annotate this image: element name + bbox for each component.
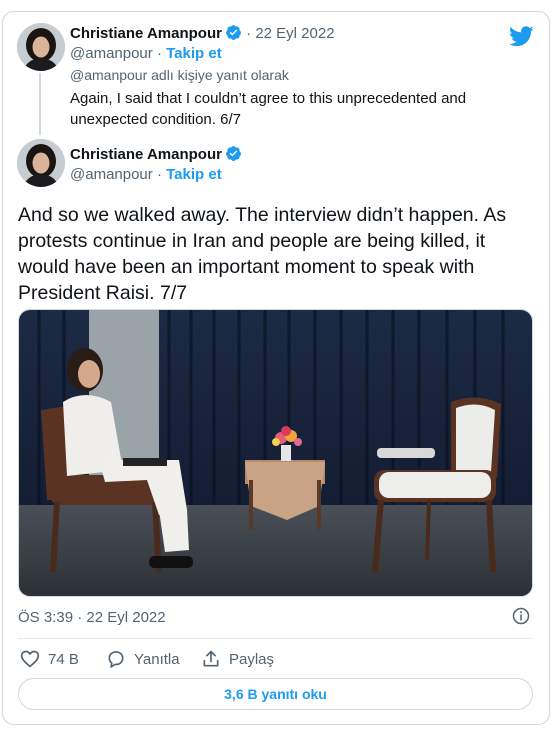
avatar[interactable] [17,139,65,187]
author-handle[interactable]: @amanpour [70,45,153,62]
like-button[interactable]: 74 B [20,648,79,670]
follow-link[interactable]: Takip et [166,166,222,183]
heart-icon [20,650,40,668]
share-button[interactable]: Paylaş [201,648,274,670]
twitter-bird-icon[interactable] [509,26,534,47]
share-label: Paylaş [229,650,275,668]
comment-icon [108,651,124,668]
author-handle[interactable]: @amanpour [70,166,153,183]
main-tweet-header: Christiane Amanpour [70,145,242,165]
reply-tweet-header: Christiane Amanpour · 22 Eyl 2022 [70,24,335,44]
tweet-timestamp[interactable]: ÖS 3:39 · 22 Eyl 2022 [18,609,166,626]
separator: · [156,45,162,62]
tweet-date[interactable]: 22 Eyl 2022 [255,25,334,42]
author-name[interactable]: Christiane Amanpour [70,25,222,42]
tweet-media-image[interactable] [18,309,533,597]
main-tweet-text: And so we walked away. The interview did… [18,204,507,304]
reply-tweet-text: Again, I said that I couldn’t agree to t… [70,90,467,128]
separator: · [246,25,252,42]
separator: · [156,166,162,183]
share-icon [203,650,219,667]
reply-tweet-subheader: @amanpour · Takip et [70,44,222,64]
like-count: 74 B [48,650,79,668]
replying-to-label: @amanpour adlı kişiye yanıt olarak [70,67,289,83]
read-replies-button[interactable]: 3,6 B yanıtı oku [18,678,533,710]
reply-button[interactable]: Yanıtla [106,648,180,670]
author-name[interactable]: Christiane Amanpour [70,146,222,163]
follow-link[interactable]: Takip et [166,45,222,62]
avatar[interactable] [17,23,65,71]
info-icon[interactable] [512,607,530,625]
thread-connector-line [39,73,41,135]
divider [18,638,533,639]
verified-badge-icon [226,146,241,161]
reply-label: Yanıtla [134,650,180,668]
main-tweet-subheader: @amanpour · Takip et [70,165,222,185]
verified-badge-icon [226,25,241,40]
